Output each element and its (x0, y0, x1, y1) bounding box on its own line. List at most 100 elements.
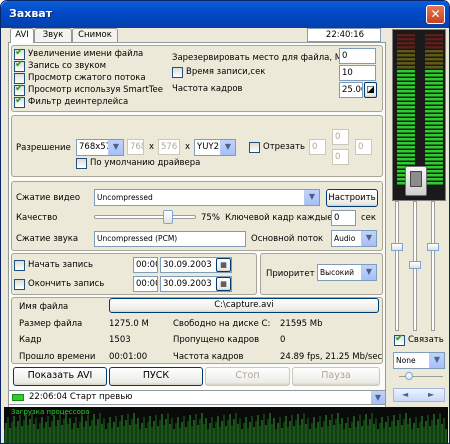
knob-grip-icon (410, 171, 422, 187)
record-sound-checkbox[interactable] (14, 59, 25, 72)
audio-compression-field[interactable]: Uncompressed (PCM) (94, 231, 246, 247)
stop-button[interactable]: Стоп (205, 367, 290, 386)
video-compression-select[interactable]: Uncompressed ▼ (94, 189, 320, 206)
freespace-value: 21595 Mb (280, 319, 323, 329)
meter-segment (397, 138, 415, 141)
start-record-checkbox[interactable] (14, 260, 25, 271)
meter-segment (425, 34, 443, 37)
meter-segment (425, 82, 443, 85)
title-bar[interactable]: Захват ✕ (1, 1, 449, 28)
meter-segment (397, 58, 415, 61)
chevron-down-icon: ▼ (361, 265, 376, 280)
record-time-input[interactable]: 10 (339, 65, 376, 81)
main-stream-label: Основной поток (251, 234, 324, 244)
link-checkbox[interactable] (394, 333, 405, 346)
meter-segment (425, 102, 443, 105)
priority-select[interactable]: Высокий ▼ (317, 264, 377, 281)
meter-segment (425, 66, 443, 69)
right-channel-track[interactable] (431, 201, 435, 331)
start-time-input[interactable]: 00:00 (133, 257, 158, 273)
meter-segment (397, 110, 415, 113)
setup-button[interactable]: Настроить (326, 189, 378, 207)
meter-segment (397, 50, 415, 53)
clock-display: 22:40:16 (307, 28, 381, 42)
meter-segment (425, 110, 443, 113)
increment-name-label: Увеличение имени файла (28, 49, 144, 59)
fps-input[interactable]: 25.00 (339, 82, 363, 98)
keyframe-input[interactable]: 0 (331, 210, 356, 226)
crop-left-input[interactable]: 0 (309, 139, 326, 155)
fps-picker-button[interactable]: ◪ (364, 82, 377, 98)
left-channel-thumb[interactable] (391, 243, 403, 251)
capture-window: Захват ✕ AVI Звук Снимок 22:40:16 Увелич… (0, 0, 450, 444)
dropped-value: 0 (280, 335, 286, 345)
elapsed-label: Прошло времени (19, 352, 96, 362)
filesize-label: Размер файла (19, 319, 83, 329)
main-stream-select[interactable]: Audio ▼ (331, 230, 377, 247)
pause-button[interactable]: Пауза (292, 367, 380, 386)
meter-segment (397, 122, 415, 125)
resolution-label: Разрешение (16, 143, 71, 153)
arrow-left-icon[interactable]: ◄ (402, 389, 408, 401)
meter-segment (425, 38, 443, 41)
video-compression-value: Uncompressed (97, 193, 153, 202)
meter-segment (425, 54, 443, 57)
meter-segment (397, 86, 415, 89)
meter-segment (397, 126, 415, 129)
crop-bottom-input[interactable]: 0 (332, 149, 349, 165)
deinterlace-label: Фильтр деинтерлейса (28, 97, 129, 107)
arrow-right-icon[interactable]: ► (428, 389, 434, 401)
center-channel-thumb[interactable] (409, 261, 421, 269)
quality-slider-track[interactable] (94, 215, 196, 219)
tab-sound[interactable]: Звук (34, 28, 72, 42)
mix-select[interactable]: None ▼ (393, 352, 445, 369)
frame-value: 1503 (109, 335, 131, 345)
volume-knob[interactable] (405, 166, 427, 196)
scroll-arrows: ◄ ► (393, 388, 445, 402)
meter-segment (397, 114, 415, 117)
meter-segment (397, 98, 415, 101)
left-channel-track[interactable] (395, 201, 399, 331)
quality-slider-thumb[interactable] (163, 210, 173, 224)
stop-record-checkbox[interactable] (14, 279, 25, 290)
meter-segment (425, 62, 443, 65)
meter-segment (425, 158, 443, 161)
preview-smarttee-label: Просмотр используя SmartTee (28, 85, 164, 95)
tab-avi[interactable]: AVI (10, 28, 34, 43)
record-time-checkbox[interactable] (172, 67, 183, 78)
meter-segment (397, 146, 415, 149)
crop-checkbox[interactable] (249, 142, 260, 153)
show-avi-button[interactable]: Показать AVI (13, 367, 107, 386)
record-time-label: Время записи,сек (186, 67, 266, 77)
chevron-down-icon: ▼ (108, 140, 123, 155)
crop-right-input[interactable]: 0 (355, 139, 372, 155)
filename-button[interactable]: C:\capture.avi (109, 298, 379, 313)
meter-segment (397, 54, 415, 57)
format-select[interactable]: YUY2 ▼ (194, 139, 236, 156)
right-channel-thumb[interactable] (427, 243, 439, 251)
stop-calendar-button[interactable]: ▦ (216, 277, 231, 291)
balance-thumb[interactable] (405, 372, 413, 380)
quality-percent: 75% (201, 213, 220, 223)
status-text: 22:06:04 Старт превью (29, 392, 133, 402)
tab-snapshot[interactable]: Снимок (72, 28, 118, 42)
stop-time-input[interactable]: 00:00 (133, 276, 158, 292)
reserve-input[interactable]: 0 (339, 48, 376, 64)
crop-top-input[interactable]: 0 (332, 129, 349, 145)
deinterlace-checkbox[interactable] (14, 95, 25, 108)
chevron-down-icon[interactable]: ▼ (371, 391, 385, 404)
default-driver-checkbox[interactable] (76, 158, 87, 169)
meter-segment (397, 106, 415, 109)
meter-segment (397, 70, 415, 73)
fps-picker-icon: ◪ (366, 85, 375, 95)
calendar-icon: ▦ (220, 280, 227, 288)
start-button[interactable]: ПУСК (109, 367, 203, 386)
meter-segment (397, 130, 415, 133)
start-calendar-button[interactable]: ▦ (216, 258, 231, 272)
priority-label: Приоритет (266, 269, 315, 279)
resolution-select[interactable]: 768x576 ▼ (76, 139, 124, 156)
meter-segment (425, 86, 443, 89)
close-button[interactable]: ✕ (426, 5, 445, 24)
cpu-log-panel: Загрузка процессора (4, 407, 448, 443)
width-input: 768 (127, 139, 144, 155)
